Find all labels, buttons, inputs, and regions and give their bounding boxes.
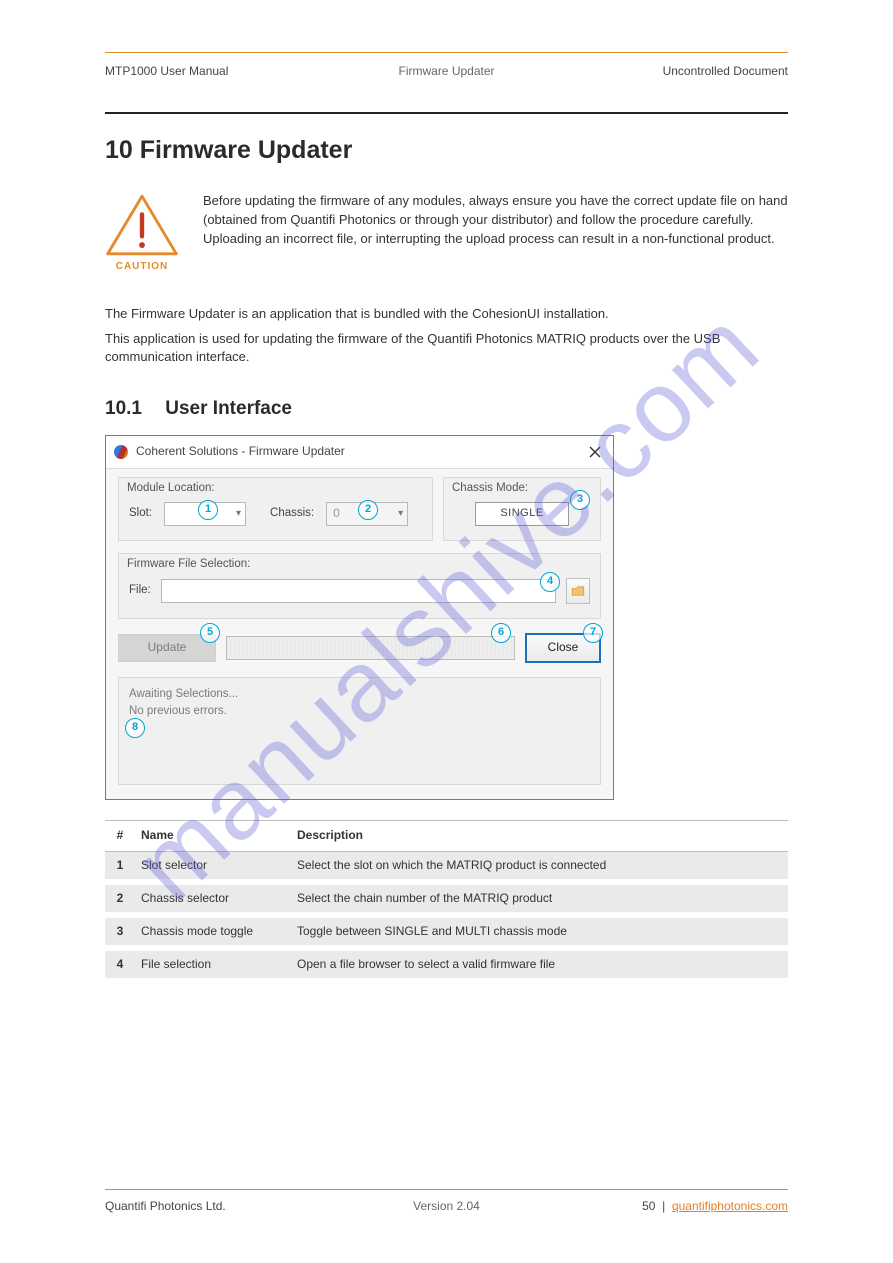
cell-name: Chassis selector: [135, 890, 291, 907]
chassis-value: 0: [327, 505, 340, 522]
nav-right: Uncontrolled Document: [663, 63, 788, 80]
firmware-updater-window: Coherent Solutions - Firmware Updater Mo…: [105, 435, 614, 800]
caution-text: Before updating the firmware of any modu…: [203, 192, 788, 275]
table-row: 3 Chassis mode toggle Toggle between SIN…: [105, 918, 788, 945]
caution-label: CAUTION: [116, 260, 169, 275]
cell-name: Chassis mode toggle: [135, 923, 291, 940]
footer-center: Version 2.04: [413, 1198, 480, 1215]
section-rule: [105, 112, 788, 114]
module-location-group: Module Location: Slot: ▾ Chassis: 0 ▾: [118, 477, 433, 541]
window-close-button[interactable]: [585, 442, 605, 462]
firmware-file-group: Firmware File Selection: File: 4: [118, 553, 601, 619]
window-title: Coherent Solutions - Firmware Updater: [136, 443, 345, 460]
subsection-title: User Interface: [165, 398, 292, 419]
table-row: 4 File selection Open a file browser to …: [105, 951, 788, 978]
intro-paragraph-1: The Firmware Updater is an application t…: [105, 305, 788, 324]
nav-center: Firmware Updater: [398, 63, 494, 80]
file-legend: Firmware File Selection:: [127, 556, 250, 573]
folder-icon: [571, 586, 585, 596]
col-head-desc: Description: [291, 827, 788, 844]
cell-name: Slot selector: [135, 857, 291, 874]
cell-desc: Select the chain number of the MATRIQ pr…: [291, 890, 788, 907]
page-title: 10 Firmware Updater: [105, 132, 788, 168]
cell-desc: Open a file browser to select a valid fi…: [291, 956, 788, 973]
chassis-selector[interactable]: 0 ▾: [326, 502, 408, 526]
file-path-input[interactable]: [161, 579, 556, 603]
subsection-number: 10.1: [105, 398, 142, 419]
warning-triangle-icon: [105, 194, 179, 256]
footer-left: Quantifi Photonics Ltd.: [105, 1198, 226, 1215]
callout-pin-8: 8: [125, 718, 145, 738]
log-line-1: Awaiting Selections...: [129, 686, 590, 703]
subsection-heading: 10.1 User Interface: [105, 395, 788, 423]
cell-num: 2: [105, 890, 135, 907]
progress-bar: [226, 636, 515, 660]
status-log: Awaiting Selections... No previous error…: [118, 677, 601, 785]
close-icon: [589, 446, 601, 458]
nav-left: MTP1000 User Manual: [105, 63, 228, 80]
cell-num: 4: [105, 956, 135, 973]
browse-button[interactable]: [566, 578, 590, 604]
intro-paragraph-2: This application is used for updating th…: [105, 330, 788, 368]
chassis-mode-group: Chassis Mode: SINGLE 3: [443, 477, 601, 541]
col-head-num: #: [105, 827, 135, 844]
cell-num: 3: [105, 923, 135, 940]
page-header-nav: MTP1000 User Manual Firmware Updater Unc…: [105, 52, 788, 80]
col-head-name: Name: [135, 827, 291, 844]
cell-num: 1: [105, 857, 135, 874]
table-row: 1 Slot selector Select the slot on which…: [105, 852, 788, 879]
callout-pin-3: 3: [570, 490, 590, 510]
log-line-2: No previous errors.: [129, 703, 590, 720]
slot-label: Slot:: [129, 505, 152, 522]
footer-page-number: 50: [642, 1199, 655, 1213]
update-button[interactable]: Update: [118, 634, 216, 662]
table-header: # Name Description: [105, 820, 788, 852]
cell-desc: Select the slot on which the MATRIQ prod…: [291, 857, 788, 874]
cell-name: File selection: [135, 956, 291, 973]
chevron-down-icon: ▾: [236, 507, 241, 522]
slot-selector[interactable]: ▾: [164, 502, 246, 526]
chevron-down-icon: ▾: [398, 507, 403, 522]
caution-icon: CAUTION: [105, 192, 179, 275]
close-button[interactable]: Close: [525, 633, 601, 663]
footer-link[interactable]: quantifiphotonics.com: [672, 1199, 788, 1213]
app-icon: [112, 443, 130, 461]
chassis-mode-toggle[interactable]: SINGLE: [475, 502, 569, 526]
table-row: 2 Chassis selector Select the chain numb…: [105, 885, 788, 912]
module-location-legend: Module Location:: [127, 480, 215, 497]
caution-block: CAUTION Before updating the firmware of …: [105, 192, 788, 275]
reference-table: # Name Description 1 Slot selector Selec…: [105, 820, 788, 978]
window-titlebar: Coherent Solutions - Firmware Updater: [106, 436, 613, 469]
chassis-mode-legend: Chassis Mode:: [452, 480, 528, 497]
page-footer: Quantifi Photonics Ltd. Version 2.04 50 …: [105, 1189, 788, 1215]
file-label: File:: [129, 582, 151, 599]
chassis-label: Chassis:: [270, 505, 314, 522]
cell-desc: Toggle between SINGLE and MULTI chassis …: [291, 923, 788, 940]
